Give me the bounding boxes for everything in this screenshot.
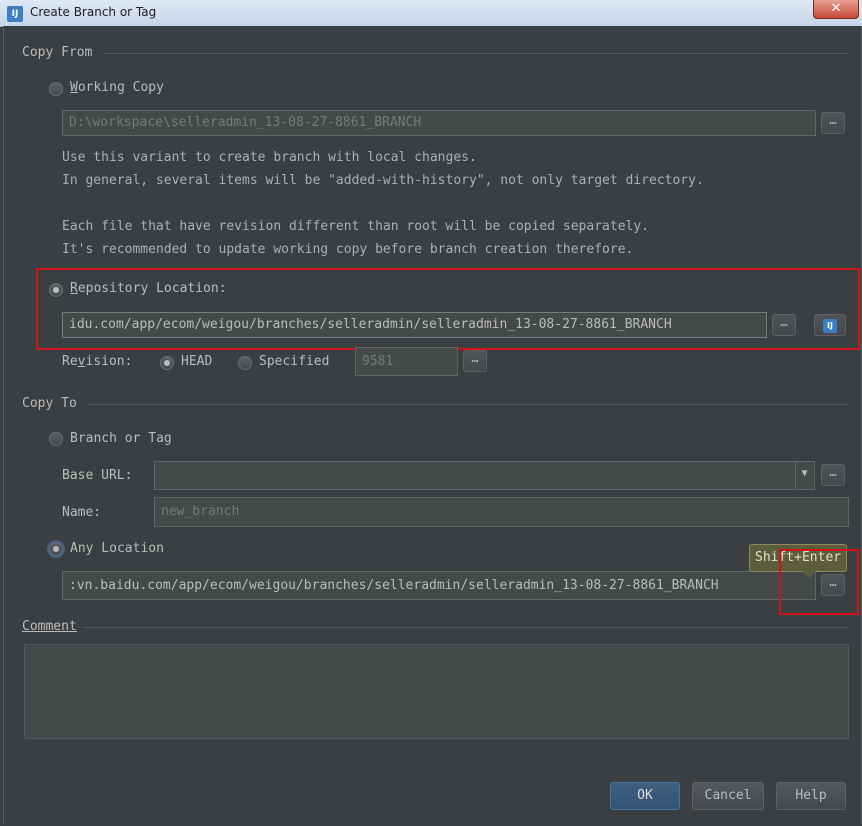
any-location-label[interactable]: Any Location — [70, 541, 164, 556]
help-button[interactable]: Help — [776, 782, 846, 810]
cancel-button[interactable]: Cancel — [692, 782, 764, 810]
working-copy-description: Use this variant to create branch with l… — [62, 146, 704, 261]
any-location-radio[interactable] — [49, 542, 63, 556]
description-line — [62, 192, 704, 215]
description-line: Use this variant to create branch with l… — [62, 150, 477, 165]
head-radio[interactable] — [160, 356, 174, 370]
highlight-browse-button — [779, 549, 859, 615]
chevron-down-icon[interactable]: ▼ — [795, 462, 813, 489]
working-copy-mnemonic: W — [70, 80, 78, 95]
title-bar: IJ Create Branch or Tag ✕ — [0, 0, 862, 27]
base-url-combo[interactable] — [154, 461, 815, 490]
revision-label-prefix: Re — [62, 354, 78, 369]
intellij-icon: IJ — [7, 5, 23, 22]
window-title: Create Branch or Tag — [30, 5, 157, 19]
revision-browse-button[interactable]: … — [463, 350, 487, 372]
copy-to-separator — [88, 404, 849, 405]
dialog-content: Copy From Working Copy D:\workspace\sell… — [3, 26, 862, 824]
ok-button[interactable]: OK — [610, 782, 680, 810]
working-copy-label-text: orking Copy — [77, 80, 164, 95]
description-line: In general, several items will be "added… — [62, 173, 704, 188]
name-label: Name: — [62, 505, 102, 520]
branch-or-tag-label[interactable]: Branch or Tag — [70, 431, 172, 446]
target-url-field[interactable]: :vn.baidu.com/app/ecom/weigou/branches/s… — [62, 571, 816, 600]
working-copy-radio[interactable] — [49, 82, 63, 96]
comment-label-text: Comment — [22, 619, 77, 634]
copy-from-separator — [104, 53, 849, 54]
copy-from-section-title: Copy From — [22, 45, 93, 60]
highlight-repository-location — [36, 268, 860, 350]
description-line: Each file that have revision different t… — [62, 219, 649, 234]
branch-or-tag-radio[interactable] — [49, 432, 63, 446]
close-button[interactable]: ✕ — [813, 0, 859, 19]
revision-number-field[interactable]: 9581 — [355, 347, 458, 376]
base-url-label: Base URL: — [62, 468, 133, 483]
comment-label: Comment — [22, 619, 77, 634]
head-label[interactable]: HEAD — [181, 354, 212, 369]
revision-label: Revision: — [62, 354, 132, 369]
specified-label[interactable]: Specified — [259, 354, 329, 369]
base-url-browse-button[interactable]: … — [821, 464, 845, 486]
working-copy-label[interactable]: Working Copy — [70, 80, 164, 95]
description-line: It's recommended to update working copy … — [62, 242, 634, 257]
specified-radio[interactable] — [238, 356, 252, 370]
copy-to-section-title: Copy To — [22, 396, 77, 411]
branch-name-field[interactable]: new_branch — [154, 497, 849, 527]
comment-textarea[interactable] — [24, 644, 849, 739]
revision-label-suffix: ision: — [85, 354, 133, 369]
working-copy-path-field[interactable]: D:\workspace\selleradmin_13-08-27-8861_B… — [62, 110, 816, 136]
working-copy-browse-button[interactable]: … — [821, 112, 845, 134]
comment-separator — [84, 627, 849, 628]
